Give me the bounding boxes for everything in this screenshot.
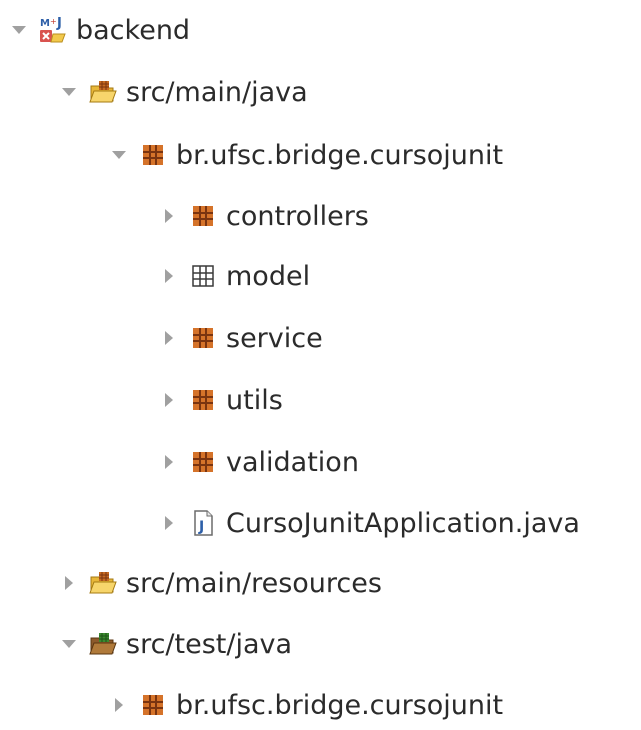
- tree-item-label: src/main/java: [126, 76, 308, 108]
- chevron-right-icon[interactable]: [158, 512, 180, 534]
- source-folder-icon: [88, 568, 118, 598]
- package-explorer-tree: M + J backend src/main/java br.ufsc.brid…: [0, 0, 641, 725]
- chevron-right-icon[interactable]: [158, 327, 180, 349]
- svg-text:M: M: [40, 18, 50, 29]
- tree-item-label: service: [226, 322, 323, 354]
- package-icon: [138, 140, 168, 170]
- java-file-icon: J: [188, 508, 218, 538]
- tree-item-backend[interactable]: M + J backend: [8, 5, 190, 55]
- svg-text:+: +: [50, 17, 57, 26]
- tree-item-label: src/test/java: [126, 628, 293, 660]
- tree-item-label: controllers: [226, 200, 369, 232]
- tree-item-label: utils: [226, 384, 283, 416]
- tree-item-cursojunit-application[interactable]: J CursoJunitApplication.java: [158, 498, 580, 548]
- chevron-right-icon[interactable]: [58, 572, 80, 594]
- chevron-right-icon[interactable]: [158, 205, 180, 227]
- empty-package-icon: [188, 261, 218, 291]
- tree-item-label: src/main/resources: [126, 567, 382, 599]
- svg-text:J: J: [56, 16, 62, 31]
- maven-project-icon: M + J: [38, 15, 68, 45]
- chevron-down-icon[interactable]: [58, 633, 80, 655]
- package-icon: [138, 690, 168, 720]
- tree-item-src-main-java[interactable]: src/main/java: [58, 67, 308, 117]
- tree-item-label: br.ufsc.bridge.cursojunit: [176, 689, 504, 721]
- source-folder-icon: [88, 77, 118, 107]
- chevron-right-icon[interactable]: [108, 694, 130, 716]
- svg-text:J: J: [198, 519, 204, 535]
- tree-item-package-main[interactable]: br.ufsc.bridge.cursojunit: [108, 130, 503, 180]
- tree-item-model[interactable]: model: [158, 251, 310, 301]
- chevron-right-icon[interactable]: [158, 389, 180, 411]
- chevron-down-icon[interactable]: [8, 19, 30, 41]
- tree-item-package-test[interactable]: br.ufsc.bridge.cursojunit: [108, 680, 503, 730]
- tree-item-controllers[interactable]: controllers: [158, 191, 369, 241]
- chevron-right-icon[interactable]: [158, 265, 180, 287]
- package-icon: [188, 323, 218, 353]
- tree-item-src-test-java[interactable]: src/test/java: [58, 619, 292, 669]
- package-icon: [188, 447, 218, 477]
- tree-item-label: br.ufsc.bridge.cursojunit: [176, 139, 504, 171]
- tree-item-service[interactable]: service: [158, 313, 323, 363]
- chevron-down-icon[interactable]: [108, 144, 130, 166]
- tree-item-label: CursoJunitApplication.java: [226, 507, 580, 539]
- test-source-folder-icon: [88, 629, 118, 659]
- tree-item-label: model: [226, 260, 311, 292]
- tree-item-src-main-resources[interactable]: src/main/resources: [58, 558, 382, 608]
- tree-item-validation[interactable]: validation: [158, 437, 359, 487]
- chevron-right-icon[interactable]: [158, 451, 180, 473]
- package-icon: [188, 385, 218, 415]
- tree-item-utils[interactable]: utils: [158, 375, 283, 425]
- tree-item-label: backend: [76, 14, 191, 46]
- package-icon: [188, 201, 218, 231]
- tree-item-label: validation: [226, 446, 359, 478]
- chevron-down-icon[interactable]: [58, 81, 80, 103]
